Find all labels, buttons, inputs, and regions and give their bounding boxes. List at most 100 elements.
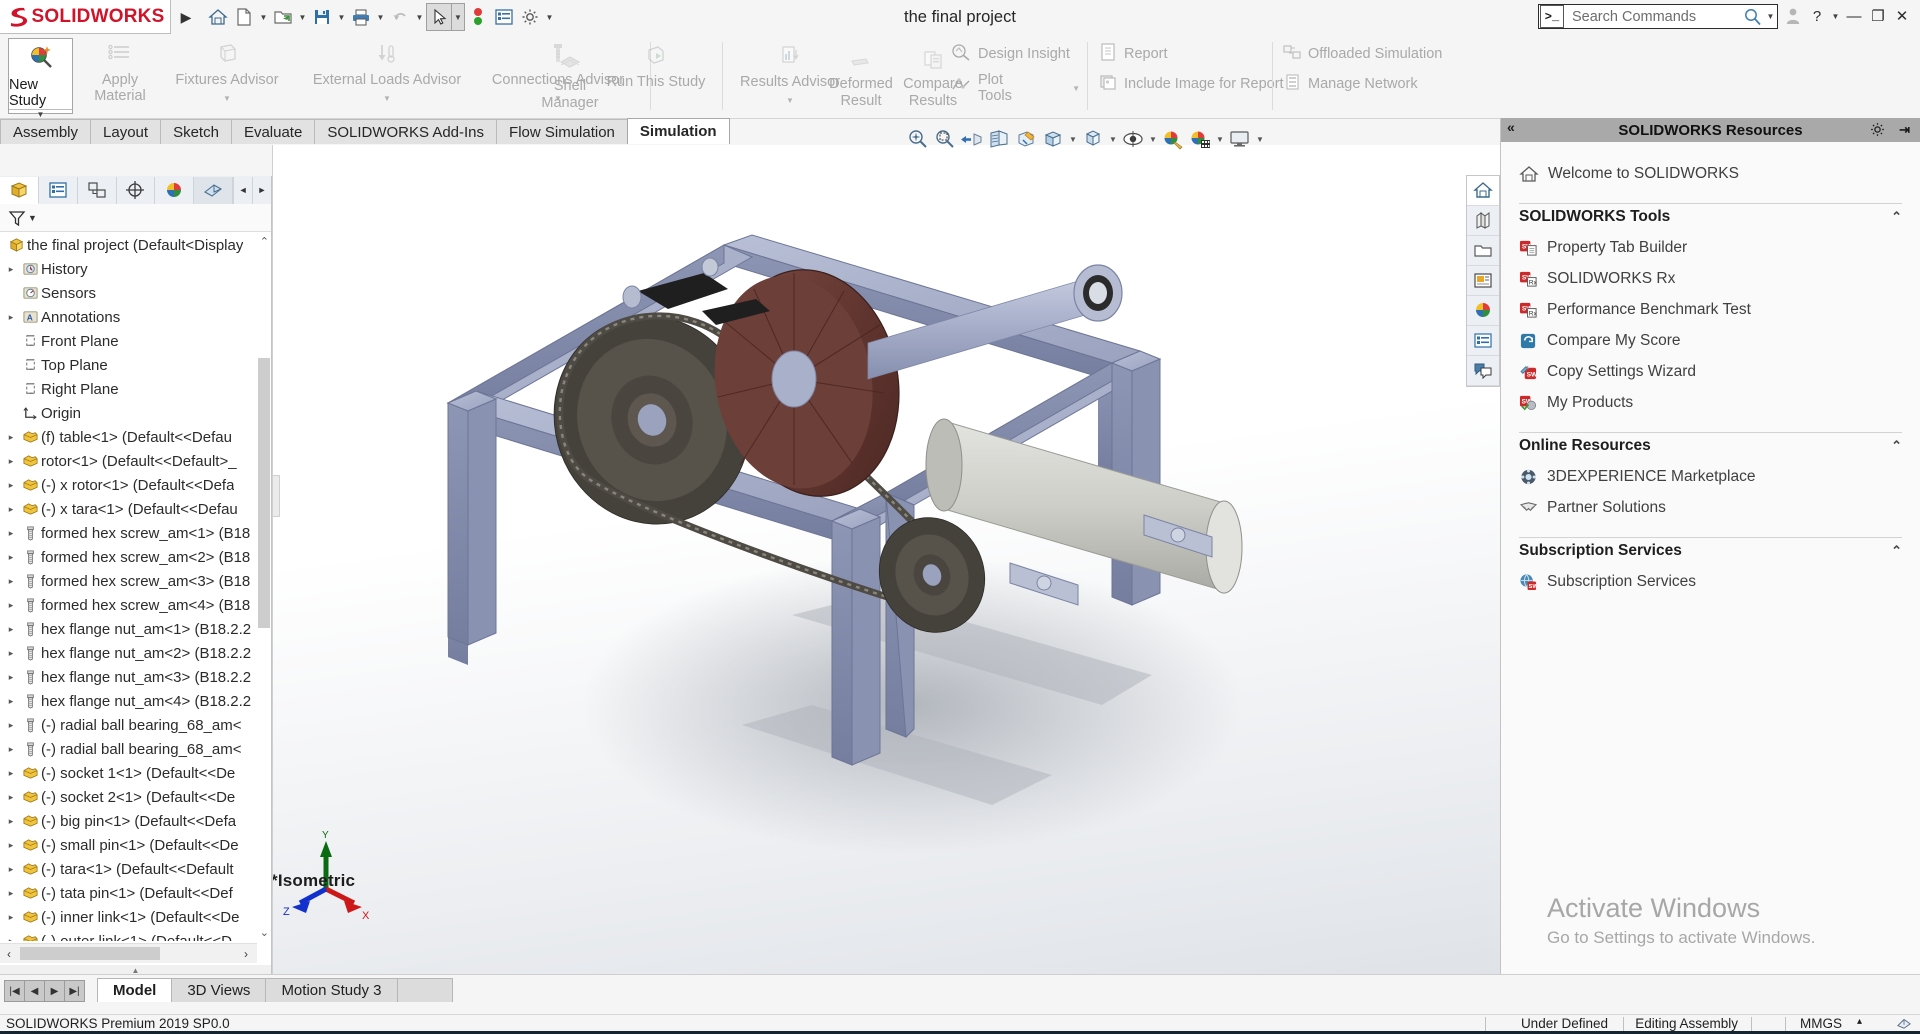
feature-tree-row[interactable]: ▸ (-) inner link<1> (Default<<De: [0, 905, 271, 929]
undo-caret-icon[interactable]: ▼: [413, 3, 426, 31]
include-image-for-report-button[interactable]: Include Image for Report: [1098, 72, 1298, 96]
solidworks-logo[interactable]: SOLID WORKS: [0, 0, 171, 34]
view-palette-icon[interactable]: [1467, 266, 1499, 296]
feature-tree-row[interactable]: ▸ A Annotations: [0, 305, 271, 329]
apply-scene-caret-icon[interactable]: ▼: [1214, 124, 1226, 154]
feature-tree-row[interactable]: ▸ (-) tara<1> (Default<<Default: [0, 857, 271, 881]
tree-scroll-right-arrow[interactable]: ›: [237, 947, 255, 961]
tree-expand-arrow-icon[interactable]: ▸: [2, 672, 20, 683]
view-settings-caret-icon[interactable]: ▼: [1254, 124, 1266, 154]
gear-icon[interactable]: [1869, 121, 1886, 142]
tree-expand-arrow-icon[interactable]: ▸: [2, 768, 20, 779]
tree-expand-arrow-icon[interactable]: ▸: [2, 936, 20, 942]
welcome-to-solidworks-link[interactable]: Welcome to SOLIDWORKS: [1519, 158, 1902, 189]
tree-expand-arrow-icon[interactable]: ▸: [2, 648, 20, 659]
tree-expand-arrow-icon[interactable]: ▸: [2, 864, 20, 875]
feature-tree-row[interactable]: ▸ rotor<1> (Default<<Default>_: [0, 449, 271, 473]
custom-properties-icon[interactable]: [1467, 326, 1499, 356]
tree-expand-arrow-icon[interactable]: ▸: [2, 744, 20, 755]
document-tab-model[interactable]: Model: [97, 978, 173, 1002]
chevron-up-icon[interactable]: ⌃: [1891, 209, 1902, 225]
section-view-icon[interactable]: [986, 124, 1012, 154]
feature-tree-row[interactable]: ▸ hex flange nut_am<2> (B18.2.2: [0, 641, 271, 665]
tree-scroll-down-chevron-icon[interactable]: ⌄: [260, 926, 269, 939]
user-icon[interactable]: [1781, 2, 1805, 30]
comments-icon[interactable]: [1467, 356, 1499, 386]
feature-tree-row[interactable]: ▸ hex flange nut_am<4> (B18.2.2: [0, 689, 271, 713]
feature-tree-row[interactable]: ▸ (-) socket 2<1> (Default<<De: [0, 785, 271, 809]
command-tab-sketch[interactable]: Sketch: [160, 119, 232, 144]
first-icon[interactable]: |◀: [4, 980, 25, 1002]
zoom-to-fit-icon[interactable]: [905, 124, 931, 154]
results-advisor-caret-icon[interactable]: ▼: [786, 93, 794, 109]
task-pane-item[interactable]: SW My Products: [1519, 387, 1902, 418]
feature-tree[interactable]: the final project (Default<Display ▸ Histo…: [0, 233, 271, 941]
manage-network-button[interactable]: Manage Network: [1282, 72, 1502, 96]
command-tab-simulation[interactable]: Simulation: [626, 118, 730, 144]
task-pane-item[interactable]: SW Subscription Services: [1519, 566, 1902, 597]
tree-expand-arrow-icon[interactable]: ▸: [2, 600, 20, 611]
tree-expand-arrow-icon[interactable]: ▸: [2, 696, 20, 707]
task-pane-item[interactable]: SW Property Tab Builder: [1519, 232, 1902, 263]
previous-view-icon[interactable]: [959, 124, 985, 154]
apply-material-button[interactable]: Apply Material: [86, 38, 154, 114]
edit-appearance-icon[interactable]: [1160, 124, 1186, 154]
tree-expand-arrow-icon[interactable]: ▸: [2, 480, 20, 491]
chevron-up-icon[interactable]: ⌃: [1891, 438, 1902, 454]
feature-tree-icon[interactable]: [0, 176, 39, 204]
feature-tree-row[interactable]: ▸ (-) socket 1<1> (Default<<De: [0, 761, 271, 785]
feature-tree-row[interactable]: Right Plane: [0, 377, 271, 401]
feature-tree-row[interactable]: ▸ formed hex screw_am<4> (B18: [0, 593, 271, 617]
feature-tree-row[interactable]: ▸ formed hex screw_am<3> (B18: [0, 569, 271, 593]
status-units[interactable]: MMGS: [1800, 1016, 1842, 1031]
cad-model-3d[interactable]: [272, 145, 1500, 975]
undo-icon[interactable]: [387, 3, 413, 31]
search-input[interactable]: Search Commands: [1564, 9, 1740, 25]
new-document-caret-icon[interactable]: ▼: [257, 3, 270, 31]
feature-tree-row[interactable]: ▸ (f) table<1> (Default<<Defau: [0, 425, 271, 449]
display-manager-icon[interactable]: [155, 176, 195, 204]
feature-tree-row[interactable]: ▸ (-) x tara<1> (Default<<Defau: [0, 497, 271, 521]
feature-tree-row[interactable]: ▸ hex flange nut_am<1> (B18.2.2: [0, 617, 271, 641]
tree-expand-arrow-icon[interactable]: ▸: [2, 432, 20, 443]
feature-tree-row[interactable]: ▸ (-) x rotor<1> (Default<<Defa: [0, 473, 271, 497]
status-units-caret-icon[interactable]: ▴: [1857, 1016, 1862, 1027]
restore-button[interactable]: ❐: [1866, 2, 1890, 30]
run-this-study-button[interactable]: Run This Study: [600, 38, 712, 114]
command-tab-flow-simulation[interactable]: Flow Simulation: [496, 119, 628, 144]
plot-tools-caret-icon[interactable]: ▼: [1072, 84, 1080, 93]
task-pane-item[interactable]: Partner Solutions: [1519, 492, 1902, 523]
tree-expand-arrow-icon[interactable]: ▸: [2, 792, 20, 803]
report-button[interactable]: Report: [1098, 42, 1298, 66]
offloaded-simulation-button[interactable]: Offloaded Simulation: [1282, 42, 1502, 66]
feature-tree-row[interactable]: Origin: [0, 401, 271, 425]
previous-icon[interactable]: ◀: [24, 980, 45, 1002]
new-document-icon[interactable]: [231, 3, 257, 31]
feature-tree-row[interactable]: ▸ (-) small pin<1> (Default<<De: [0, 833, 271, 857]
close-button[interactable]: ✕: [1890, 2, 1914, 30]
chevron-up-icon[interactable]: ⌃: [1891, 543, 1902, 559]
search-icon[interactable]: [1740, 7, 1764, 26]
save-icon[interactable]: [309, 3, 335, 31]
open-folder-icon[interactable]: [1467, 236, 1499, 266]
tree-scroll-left-arrow[interactable]: ‹: [0, 947, 18, 961]
task-pane-item[interactable]: SW Copy Settings Wizard: [1519, 356, 1902, 387]
gear-caret-icon[interactable]: ▼: [543, 3, 556, 31]
feature-tree-row[interactable]: ▸ formed hex screw_am<1> (B18: [0, 521, 271, 545]
search-dropdown-caret-icon[interactable]: ▼: [1764, 3, 1777, 31]
tree-expand-arrow-icon[interactable]: ▸: [2, 528, 20, 539]
document-tab-3d-views[interactable]: 3D Views: [171, 978, 267, 1002]
tree-expand-arrow-icon[interactable]: ▸: [2, 504, 20, 515]
help-button[interactable]: ?: [1805, 2, 1829, 30]
tree-expand-arrow-icon[interactable]: ▸: [2, 912, 20, 923]
next-icon[interactable]: ▶: [44, 980, 65, 1002]
last-icon[interactable]: ▶|: [64, 980, 85, 1002]
feature-tree-row[interactable]: Top Plane: [0, 353, 271, 377]
feature-tree-row[interactable]: ▸ formed hex screw_am<2> (B18: [0, 545, 271, 569]
tree-hscroll-thumb[interactable]: [20, 947, 160, 960]
command-tab-layout[interactable]: Layout: [90, 119, 162, 144]
print-icon[interactable]: [348, 3, 374, 31]
select-caret-icon[interactable]: ▼: [452, 3, 465, 31]
display-list-icon[interactable]: [491, 3, 517, 31]
tree-expand-arrow-icon[interactable]: ▸: [2, 264, 20, 275]
